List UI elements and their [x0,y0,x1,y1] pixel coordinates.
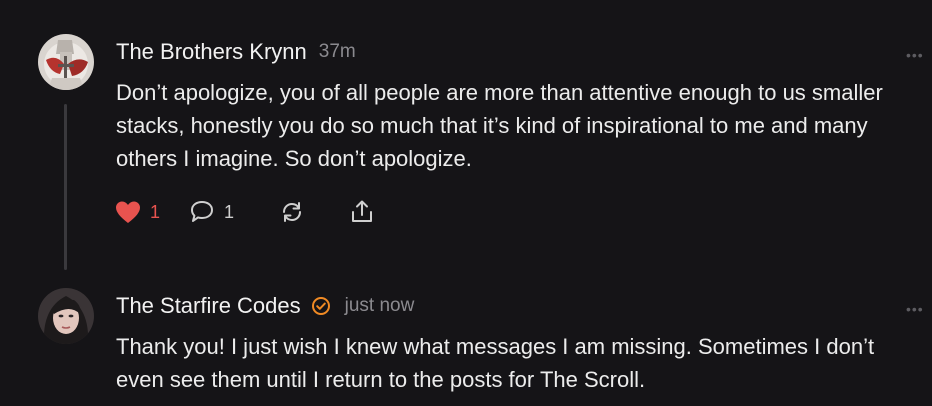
share-icon [348,199,376,225]
avatar[interactable] [38,34,94,90]
avatar[interactable] [38,288,94,344]
reply-button[interactable]: 1 [188,199,234,225]
comment-body: Don’t apologize, you of all people are m… [116,80,883,171]
author-name[interactable]: The Brothers Krynn [116,39,307,65]
heart-icon [114,199,142,225]
share-button[interactable] [348,199,376,225]
comment-bubble-icon [188,199,216,225]
comment-thread: The Brothers Krynn 37m ••• Don’t apologi… [0,0,932,406]
reply-count: 1 [224,201,235,222]
restack-button[interactable] [278,199,306,225]
like-count: 1 [150,201,161,222]
timestamp[interactable]: just now [345,295,415,317]
comment-actions: 1 1 [114,198,404,226]
timestamp[interactable]: 37m [319,41,356,63]
comment-header: The Starfire Codes just now [116,292,414,320]
comment-body: Thank you! I just wish I knew what messa… [116,334,875,392]
more-dots-icon[interactable]: ••• [906,48,924,62]
thread-connector-line [64,104,67,270]
restack-icon [278,199,306,225]
more-dots-icon[interactable]: ••• [906,302,924,316]
verified-badge-icon [311,296,331,316]
author-name[interactable]: The Starfire Codes [116,293,301,319]
like-button[interactable]: 1 [114,199,160,225]
comment-header: The Brothers Krynn 37m [116,38,356,66]
